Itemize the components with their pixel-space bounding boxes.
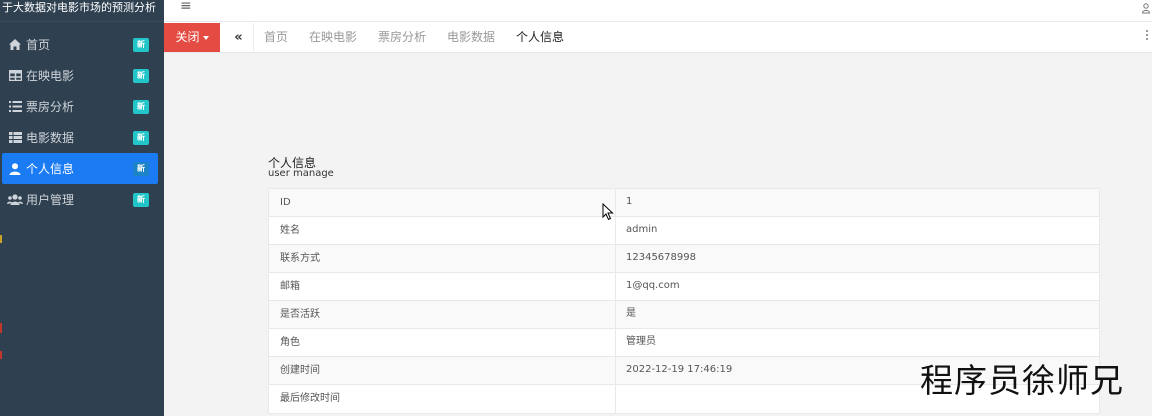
- sidebar-item-movie-data[interactable]: 电影数据 新: [2, 122, 158, 153]
- sidebar-item-label: 个人信息: [26, 162, 75, 176]
- user-icon: [4, 161, 26, 177]
- page-subtitle: user manage: [268, 168, 334, 179]
- tab-scroll-handle[interactable]: [1146, 30, 1148, 40]
- sidebar-item-box-office[interactable]: 票房分析 新: [2, 91, 158, 122]
- table-row: 是否活跃 是: [269, 301, 1099, 329]
- edge-decoration: [0, 235, 3, 365]
- table-icon: [4, 68, 26, 84]
- new-badge: 新: [133, 193, 149, 207]
- tab-personal-info[interactable]: 个人信息: [516, 23, 564, 52]
- tab-box-office[interactable]: 票房分析: [378, 23, 426, 52]
- sidebar-item-now-showing[interactable]: 在映电影 新: [2, 60, 158, 91]
- row-key: 邮箱: [269, 273, 616, 300]
- new-badge: 新: [133, 162, 149, 176]
- sidebar: 于大数据对电影市场的预测分析 首页 新 在映电影 新 票房分析 新 电影数据 新…: [0, 0, 164, 416]
- th-icon: [4, 130, 26, 146]
- home-icon: [4, 37, 26, 53]
- sidebar-item-label: 首页: [26, 38, 51, 52]
- row-key: 联系方式: [269, 245, 616, 272]
- new-badge: 新: [133, 131, 149, 145]
- new-badge: 新: [133, 100, 149, 114]
- user-menu-icon[interactable]: [1141, 0, 1151, 14]
- watermark-text: 程序员徐师兄: [920, 361, 1124, 400]
- row-key: ID: [269, 189, 616, 216]
- close-button-label: 关闭: [175, 30, 200, 44]
- new-badge: 新: [133, 38, 149, 52]
- sidebar-item-label: 票房分析: [26, 100, 75, 114]
- row-value: 12345678998: [626, 252, 696, 263]
- top-navbar: ≡: [164, 0, 1152, 22]
- table-row: ID 1: [269, 189, 1099, 217]
- row-key: 是否活跃: [269, 301, 616, 328]
- app-title: 于大数据对电影市场的预测分析: [0, 0, 164, 22]
- caret-down-icon: [202, 35, 209, 40]
- close-dropdown-button[interactable]: 关闭: [164, 23, 220, 52]
- mouse-cursor-icon: [602, 202, 614, 221]
- row-key: 姓名: [269, 217, 616, 244]
- table-row: 联系方式 12345678998: [269, 245, 1099, 273]
- sidebar-item-home[interactable]: 首页 新: [2, 29, 158, 60]
- sidebar-item-label: 电影数据: [26, 131, 75, 145]
- tab-now-showing[interactable]: 在映电影: [309, 23, 357, 52]
- row-value: admin: [626, 224, 658, 235]
- row-key: 最后修改时间: [269, 385, 616, 413]
- tab-home[interactable]: 首页: [264, 23, 288, 52]
- sidebar-item-label: 在映电影: [26, 69, 75, 83]
- hamburger-icon[interactable]: ≡: [180, 0, 192, 14]
- new-badge: 新: [133, 69, 149, 83]
- row-value: 是: [626, 308, 636, 319]
- row-value: 1: [626, 196, 633, 207]
- tab-movie-data[interactable]: 电影数据: [447, 23, 495, 52]
- table-row: 邮箱 1@qq.com: [269, 273, 1099, 301]
- tab-bar: 关闭 « 首页 在映电影 票房分析 电影数据 个人信息: [164, 22, 1152, 53]
- sidebar-item-personal-info[interactable]: 个人信息 新: [2, 153, 158, 184]
- table-row: 姓名 admin: [269, 217, 1099, 245]
- row-key: 角色: [269, 329, 616, 356]
- sidebar-item-label: 用户管理: [26, 193, 75, 207]
- row-value: 管理员: [626, 336, 656, 347]
- row-key: 创建时间: [269, 357, 616, 384]
- row-value: 1@qq.com: [626, 280, 680, 291]
- table-row: 角色 管理员: [269, 329, 1099, 357]
- list-icon: [4, 99, 26, 115]
- users-icon: [4, 192, 26, 208]
- sidebar-menu: 首页 新 在映电影 新 票房分析 新 电影数据 新 个人信息 新 用户管理 新: [0, 29, 164, 215]
- double-chevron-left-icon[interactable]: «: [224, 23, 254, 52]
- sidebar-item-user-management[interactable]: 用户管理 新: [2, 184, 158, 215]
